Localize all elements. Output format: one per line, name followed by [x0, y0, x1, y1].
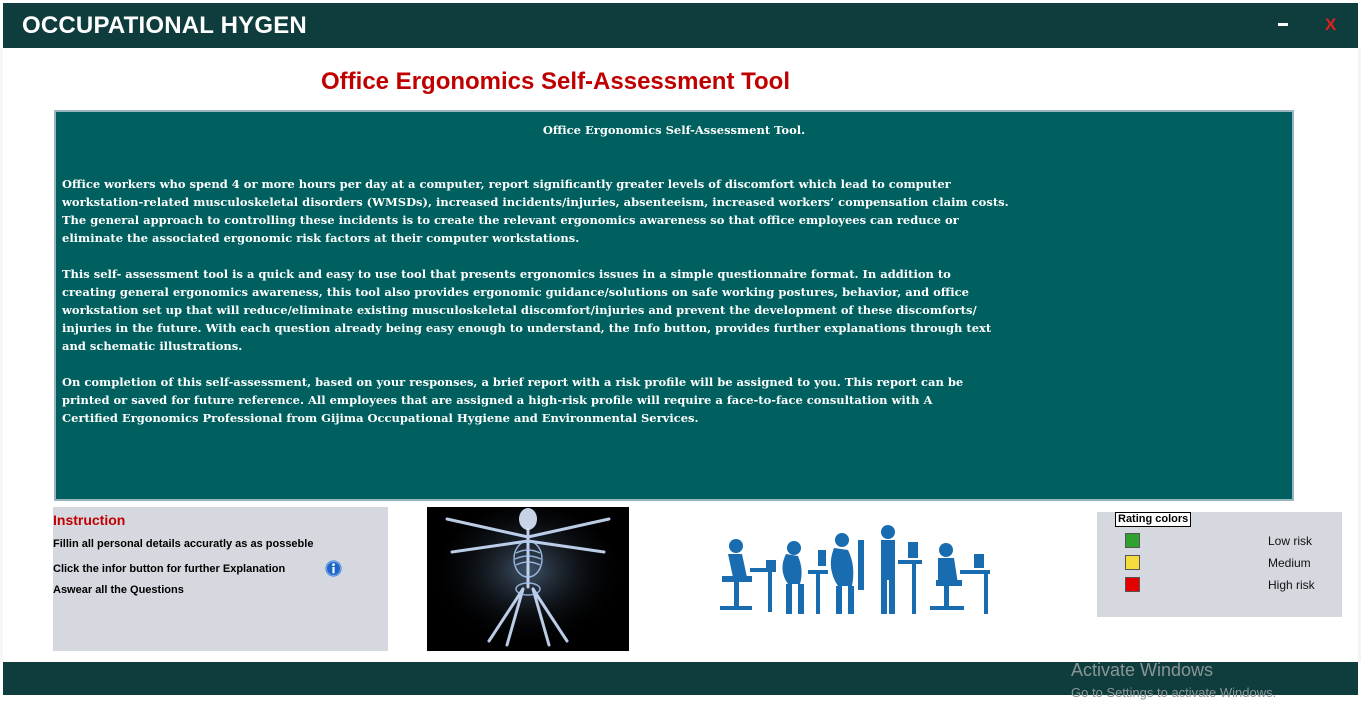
medium-risk-swatch	[1125, 555, 1140, 570]
info-icon[interactable]	[325, 560, 342, 577]
instruction-line: Aswear all the Questions	[53, 584, 184, 596]
description-paragraph: This self- assessment tool is a quick an…	[62, 267, 992, 353]
minimize-button[interactable]	[1275, 13, 1291, 27]
rating-heading: Rating colors	[1115, 512, 1192, 527]
description-paragraph: On completion of this self-assessment, b…	[62, 375, 964, 425]
low-risk-swatch	[1125, 533, 1140, 548]
description-panel: Office Ergonomics Self-Assessment Tool. …	[54, 110, 1294, 501]
instruction-heading: Instruction	[53, 512, 126, 528]
posture-figures-image	[720, 525, 990, 614]
instruction-line: Click the infor button for further Expla…	[53, 563, 286, 575]
activate-windows-hint: Go to Settings to activate Windows.	[1071, 685, 1277, 700]
xray-skeleton-image	[427, 507, 629, 651]
app-title: OCCUPATIONAL HYGEN	[22, 12, 307, 39]
activate-windows-watermark: Activate Windows	[1071, 660, 1214, 680]
high-risk-label: High risk	[1268, 578, 1315, 592]
title-bar: OCCUPATIONAL HYGEN X	[3, 3, 1358, 48]
window-edge-left	[0, 48, 3, 662]
low-risk-label: Low risk	[1268, 534, 1313, 548]
rating-colors-panel: Rating colors Low risk Medium High risk	[1097, 512, 1342, 617]
high-risk-swatch	[1125, 577, 1140, 592]
description-title: Office Ergonomics Self-Assessment Tool.	[542, 123, 806, 137]
page-title: Office Ergonomics Self-Assessment Tool	[321, 68, 790, 95]
description-paragraph: Office workers who spend 4 or more hours…	[62, 177, 1009, 245]
close-button[interactable]: X	[1325, 15, 1336, 35]
instruction-line: Fillin all personal details accuratly as…	[53, 538, 314, 550]
minimize-icon	[1278, 23, 1288, 26]
instruction-panel: Instruction Fillin all personal details …	[53, 507, 388, 651]
medium-risk-label: Medium	[1268, 556, 1311, 570]
